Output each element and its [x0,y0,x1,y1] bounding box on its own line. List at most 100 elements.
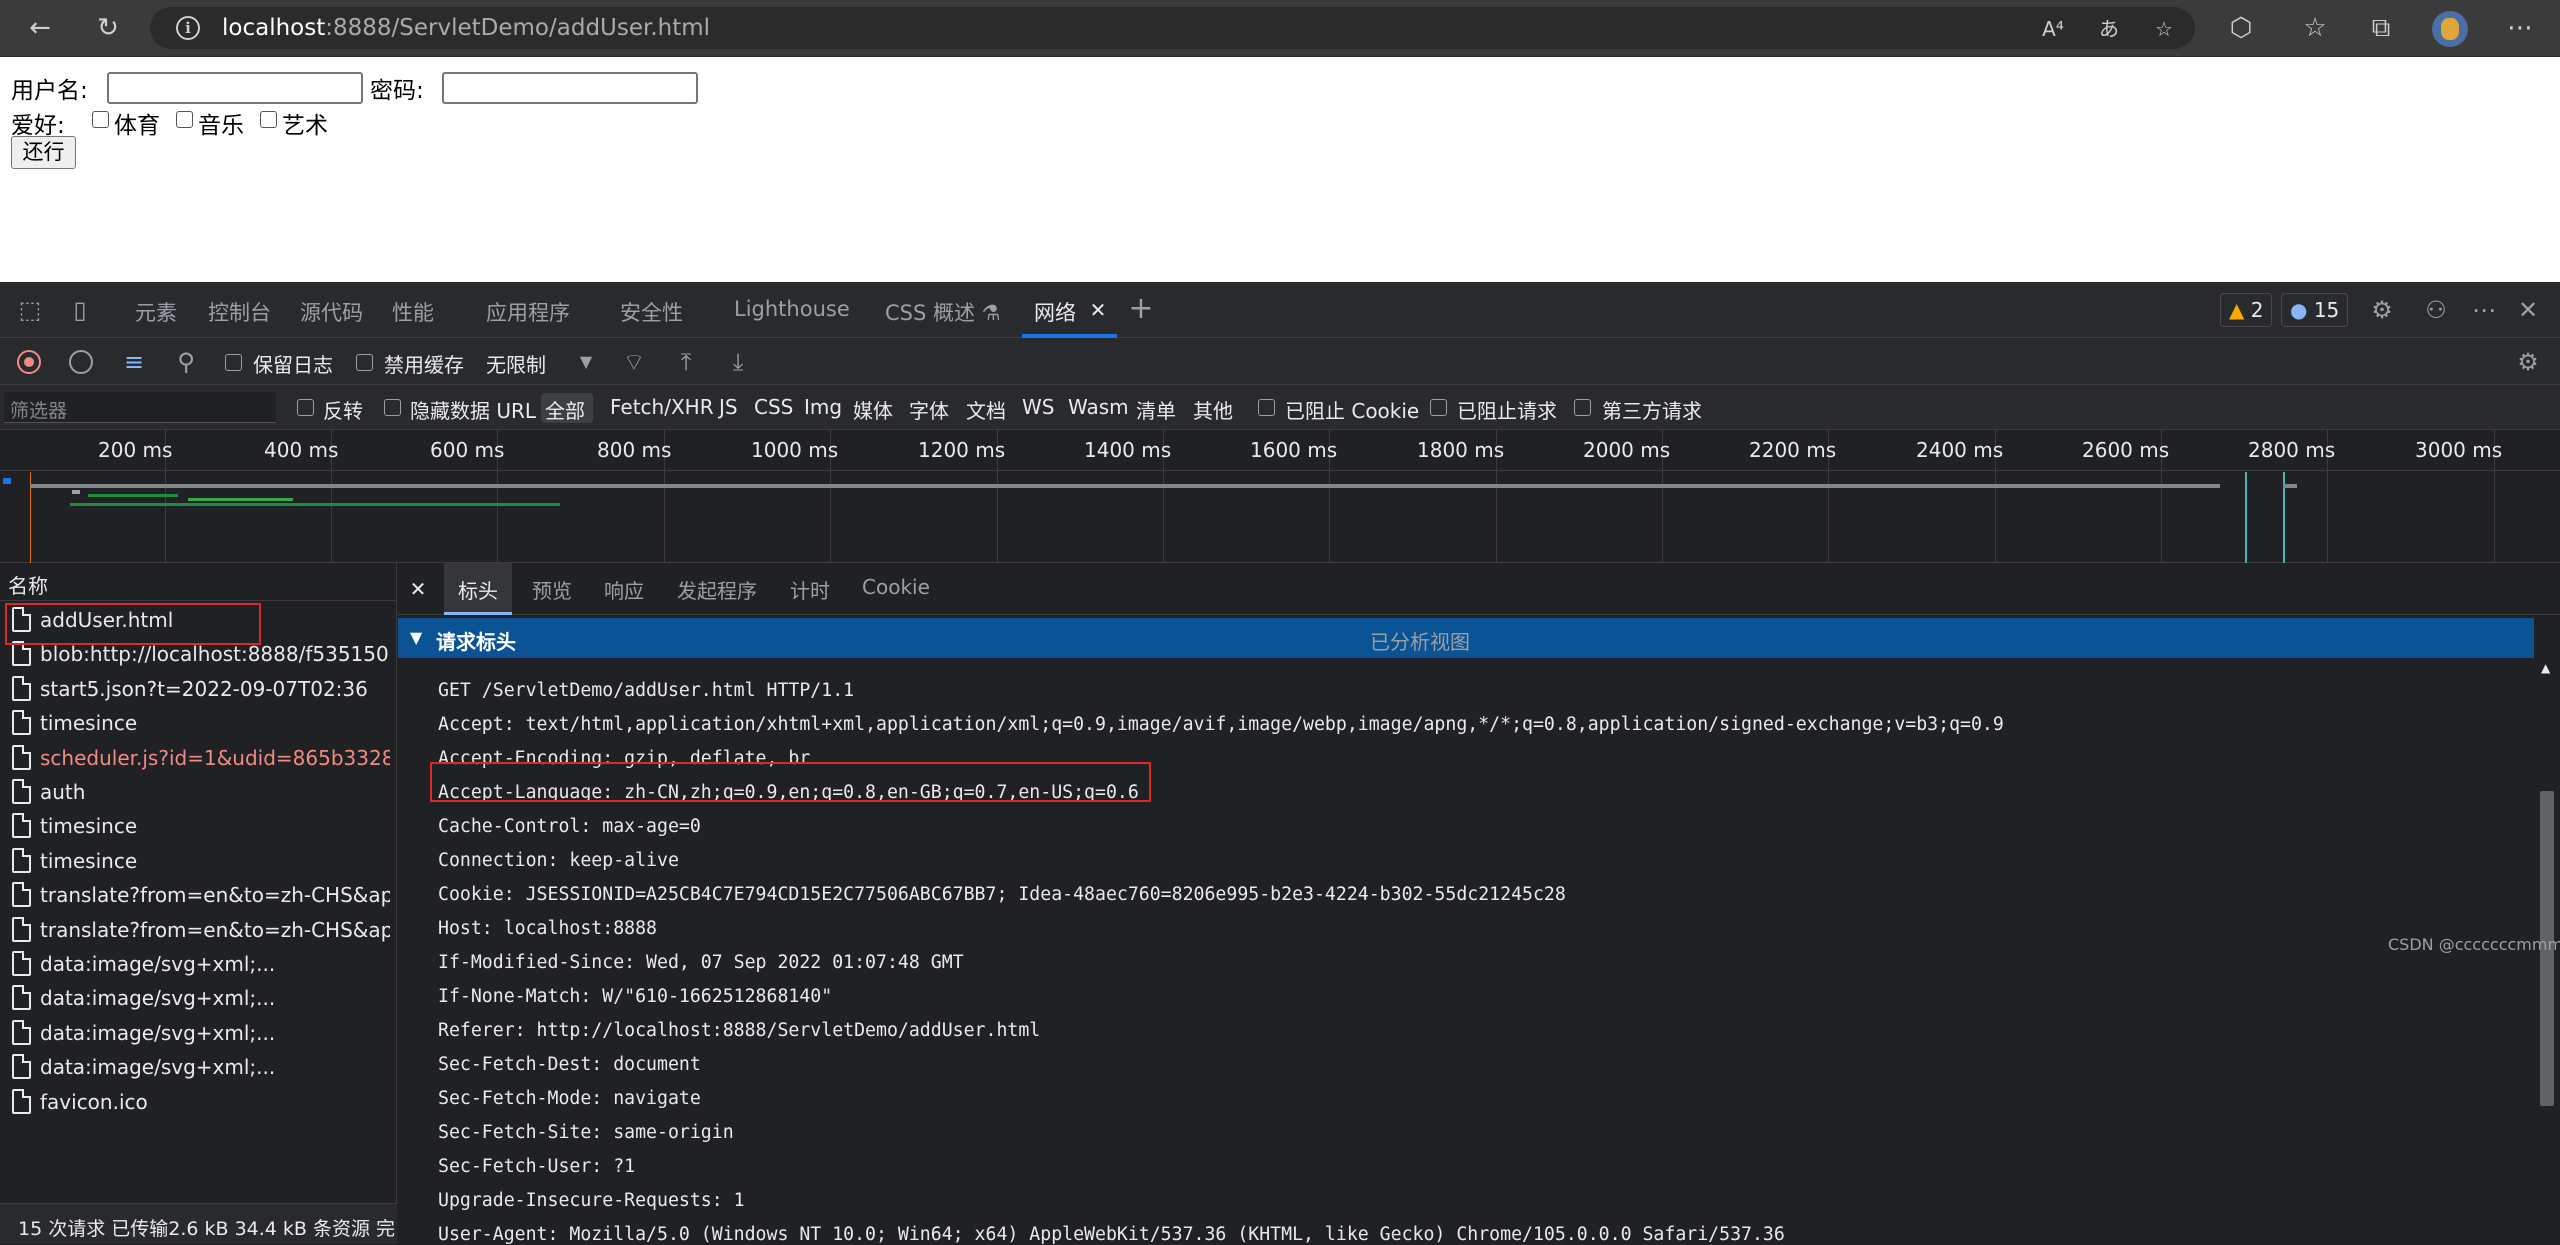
load-marker [2245,472,2247,563]
invert-checkbox[interactable] [297,399,314,416]
add-favorite-icon[interactable]: ☆ [2149,15,2179,43]
info-icon[interactable]: i [176,16,200,40]
read-aloud-icon[interactable]: A⁴ [2038,15,2068,43]
request-row[interactable]: timesince [0,707,397,741]
request-row[interactable]: timesince [0,810,397,844]
translate-icon[interactable]: あ [2094,15,2124,43]
request-headers-section-header[interactable]: ▼ 请求标头 已分析视图 [398,618,2534,658]
tab-response[interactable]: 响应 [604,575,644,604]
chevron-down-icon[interactable]: ▼ [576,347,596,377]
username-label: 用户名: [11,78,88,104]
tab-cookies[interactable]: Cookie [862,575,930,599]
filter-type-other[interactable]: 其他 [1193,395,1233,424]
filter-type-media[interactable]: 媒体 [853,395,893,424]
blocked-requests-checkbox[interactable] [1430,399,1447,416]
submit-button[interactable]: 还行 [11,136,76,169]
more-tools-icon[interactable]: ⋯ [2468,295,2500,325]
tab-network[interactable]: 网络 [1034,297,1076,327]
warnings-badge[interactable]: ▲ 2 [2220,293,2273,327]
hobby-sports-checkbox[interactable] [92,111,109,128]
tab-css-overview[interactable]: CSS 概述 ⚗ [885,297,1001,327]
hobby-art-checkbox[interactable] [260,111,277,128]
favorites-icon[interactable]: ☆ [2297,10,2333,46]
parsed-view-toggle[interactable]: 已分析视图 [1370,626,1470,655]
network-overview-timeline[interactable]: 200 ms 400 ms 600 ms 800 ms 1000 ms 1200… [0,430,2560,563]
filter-icon[interactable]: ≡ [120,347,148,377]
refresh-icon[interactable]: ↻ [90,10,126,46]
request-row[interactable]: favicon.ico [0,1086,397,1120]
tab-initiator[interactable]: 发起程序 [677,575,757,604]
collections-icon[interactable]: ⧉ [2363,10,2399,46]
hide-data-urls-checkbox[interactable] [384,399,401,416]
clear-icon[interactable] [69,350,93,374]
url-text[interactable]: localhost:8888/ServletDemo/addUser.html [222,15,710,41]
feedback-icon[interactable]: ⚇ [2420,295,2452,325]
filter-type-doc[interactable]: 文档 [966,395,1006,424]
tab-timing[interactable]: 计时 [790,575,830,604]
tab-sources[interactable]: 源代码 [300,297,363,327]
back-arrow-icon[interactable]: ← [22,10,58,46]
filter-type-fetch-xhr[interactable]: Fetch/XHR [610,395,714,419]
address-bar[interactable]: i localhost:8888/ServletDemo/addUser.htm… [150,7,2195,49]
filter-type-img[interactable]: Img [804,395,842,419]
device-toolbar-icon[interactable]: ▯ [64,295,96,325]
name-column-header[interactable]: 名称 [0,563,397,601]
filter-type-ws[interactable]: WS [1022,395,1054,419]
scroll-up-arrow-icon[interactable]: ▲ [2541,661,2550,675]
add-tab-icon[interactable]: + [1126,294,1156,324]
tab-elements[interactable]: 元素 [135,297,177,327]
tab-headers[interactable]: 标头 [458,575,498,604]
filter-type-js[interactable]: JS [719,395,738,419]
disable-cache-checkbox[interactable] [356,354,373,371]
request-row[interactable]: data:image/svg+xml;... [0,1017,397,1051]
request-header-line: If-None-Match: W/"610-1662512868140" [438,986,833,1007]
record-icon[interactable] [17,350,41,374]
preserve-log-checkbox[interactable] [225,354,242,371]
export-har-icon[interactable]: ⤓ [724,347,752,377]
filter-type-all[interactable]: 全部 [545,395,585,424]
request-row[interactable]: scheduler.js?id=1&udid=865b332897... [0,742,397,776]
search-icon[interactable]: ⚲ [172,347,200,377]
close-devtools-icon[interactable]: ✕ [2512,295,2544,325]
tab-application[interactable]: 应用程序 [486,297,570,327]
request-header-line: Cache-Control: max-age=0 [438,816,701,837]
password-input[interactable] [442,72,698,104]
request-row[interactable]: start5.json?t=2022-09-07T02:36 [0,673,397,707]
tab-lighthouse[interactable]: Lighthouse [734,297,850,321]
request-row[interactable]: data:image/svg+xml;... [0,948,397,982]
request-header-line: GET /ServletDemo/addUser.html HTTP/1.1 [438,680,855,701]
request-row[interactable]: auth [0,776,397,810]
import-har-icon[interactable]: ⤒ [672,347,700,377]
tab-performance[interactable]: 性能 [392,297,434,327]
filter-type-css[interactable]: CSS [754,395,793,419]
request-name: data:image/svg+xml;... [40,1020,276,1045]
inspect-element-icon[interactable]: ⬚ [14,295,46,325]
tab-preview[interactable]: 预览 [532,575,572,604]
blocked-cookies-checkbox[interactable] [1258,399,1275,416]
filter-type-wasm[interactable]: Wasm [1068,395,1129,419]
request-row[interactable]: translate?from=en&to=zh-CHS&api-v... [0,914,397,948]
username-input[interactable] [107,72,363,104]
request-row[interactable]: translate?from=en&to=zh-CHS&api-v... [0,879,397,913]
request-row[interactable]: data:image/svg+xml;... [0,1051,397,1085]
network-conditions-icon[interactable]: ⌔ [620,347,648,377]
close-tab-icon[interactable]: ✕ [1086,295,1110,325]
tab-security[interactable]: 安全性 [620,297,683,327]
filter-type-font[interactable]: 字体 [909,395,949,424]
extensions-icon[interactable]: ⬡ [2223,10,2259,46]
filter-input[interactable]: 筛选器 [4,392,276,423]
network-settings-icon[interactable]: ⚙ [2512,347,2544,377]
profile-avatar[interactable] [2432,11,2468,47]
close-details-icon[interactable]: ✕ [406,574,430,604]
filter-type-manifest[interactable]: 清单 [1136,395,1176,424]
throttling-select[interactable]: 无限制 [486,349,546,378]
hobby-music-checkbox[interactable] [176,111,193,128]
more-options-icon[interactable]: ⋯ [2502,10,2538,46]
request-row[interactable]: data:image/svg+xml;... [0,982,397,1016]
tick-label: 200 ms [98,438,173,462]
messages-badge[interactable]: ● 15 [2281,293,2349,327]
settings-gear-icon[interactable]: ⚙ [2366,295,2398,325]
tab-console[interactable]: 控制台 [208,297,271,327]
request-row[interactable]: timesince [0,845,397,879]
third-party-checkbox[interactable] [1574,399,1591,416]
